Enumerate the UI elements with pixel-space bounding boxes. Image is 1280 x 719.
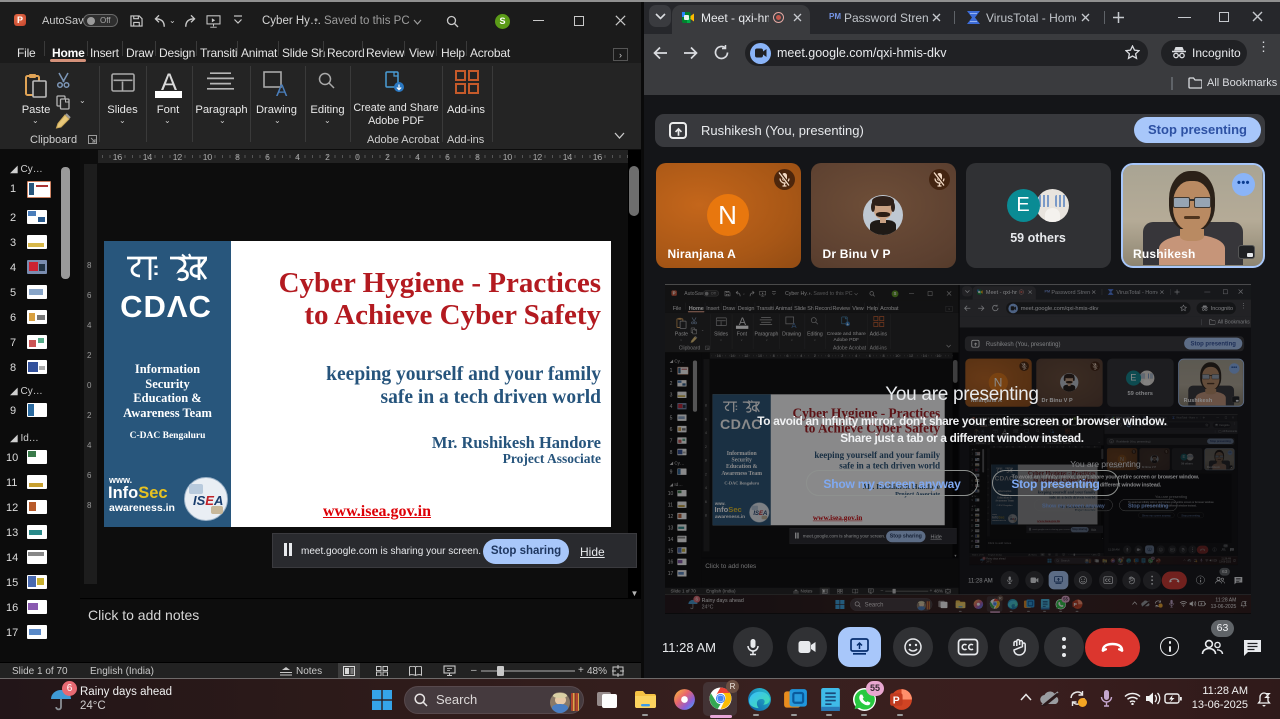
svg-text:A: A (276, 81, 288, 97)
svg-text:P: P (893, 695, 900, 706)
